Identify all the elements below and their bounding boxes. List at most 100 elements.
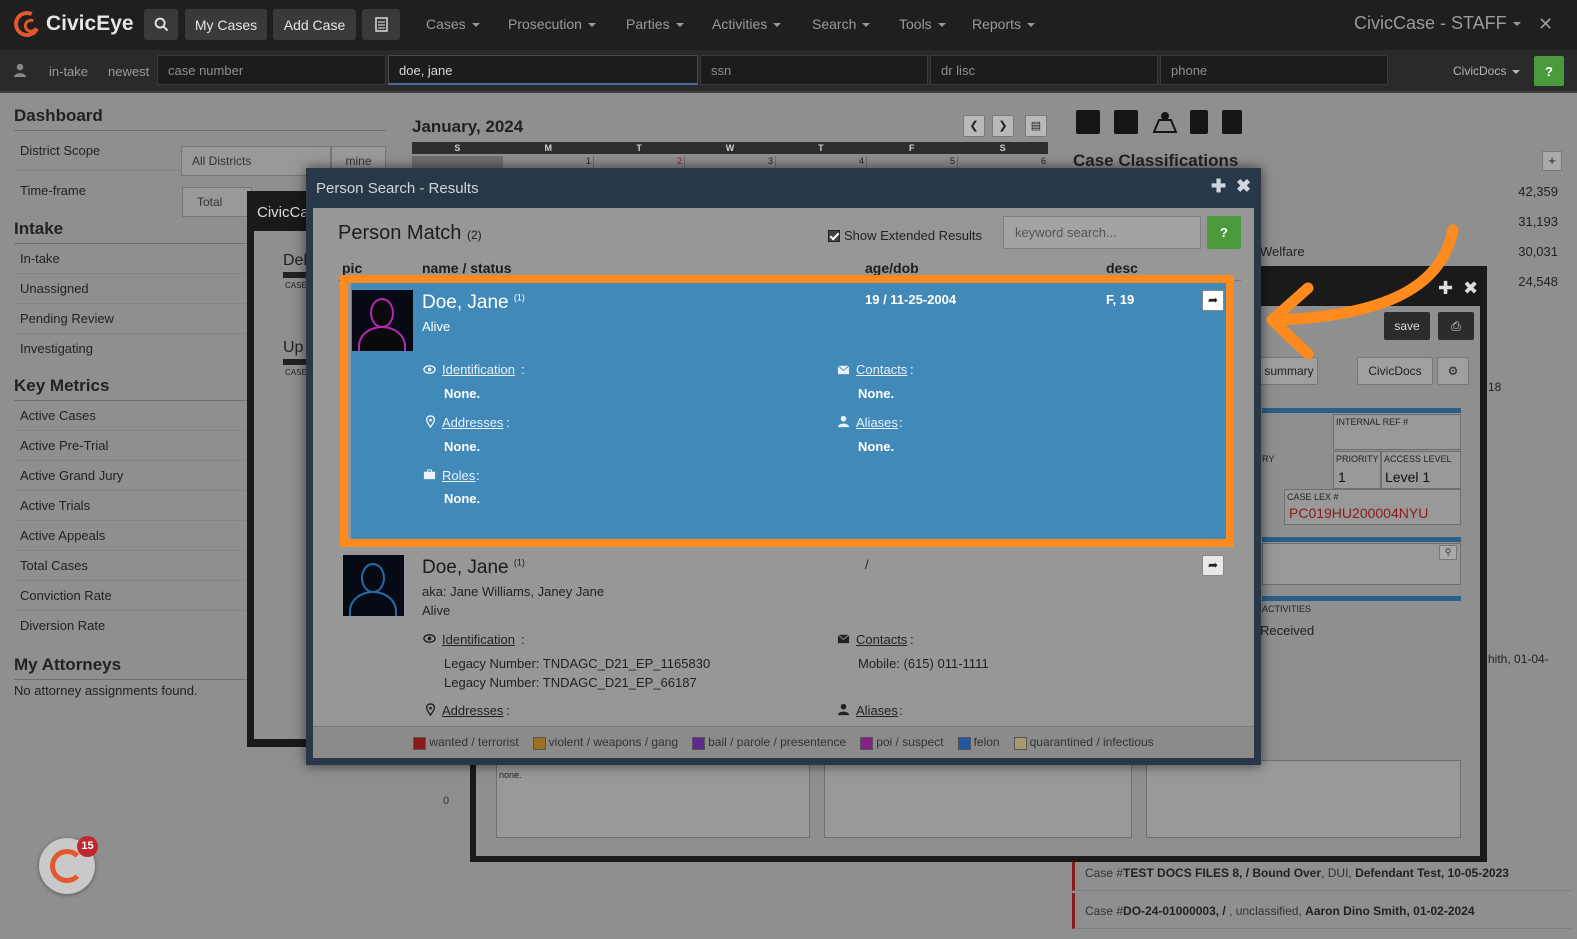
calendar-prev-button[interactable]: ❮ <box>963 115 985 137</box>
civiceye-logo-icon <box>50 849 84 883</box>
colon: : <box>476 468 480 483</box>
panel-box <box>1146 760 1461 838</box>
calendar-day[interactable]: 3 <box>684 156 775 168</box>
window-title: CivicCa <box>257 204 309 221</box>
recent-case-item[interactable]: Case #DO-24-01000003, / , unclassified, … <box>1072 893 1572 929</box>
identification-link[interactable]: Identification <box>442 632 515 647</box>
newest-link[interactable]: newest <box>108 64 149 79</box>
phone-input[interactable]: phone <box>1160 55 1388 85</box>
user-icon[interactable] <box>12 62 28 78</box>
weekday: T <box>636 143 642 153</box>
status-legend: wanted / terrorist violent / weapons / g… <box>313 726 1254 758</box>
calendar-icon[interactable] <box>1114 110 1138 134</box>
name-search-input[interactable]: doe, jane <box>388 55 698 85</box>
document-icon[interactable] <box>1190 110 1208 134</box>
weekday: W <box>725 143 735 153</box>
addresses-link[interactable]: Addresses <box>442 415 503 430</box>
notebook-icon[interactable] <box>1222 110 1242 134</box>
dr-lisc-input[interactable]: dr lisc <box>930 55 1158 85</box>
chevron-down-icon <box>675 23 684 28</box>
calendar-day[interactable]: 2 <box>593 156 684 168</box>
menu-prosecution[interactable]: Prosecution <box>508 16 596 32</box>
timeframe-select[interactable]: Total <box>182 187 252 217</box>
aliases-link[interactable]: Aliases <box>856 703 898 718</box>
calendar-title: January, 2024 <box>412 117 524 136</box>
menu-parties[interactable]: Parties <box>626 16 684 32</box>
list-icon: ▤ <box>1030 120 1042 132</box>
calendar-day[interactable]: 5 <box>866 156 957 168</box>
contacts-link[interactable]: Contacts <box>856 362 907 377</box>
help-button[interactable]: ? <box>1534 56 1564 86</box>
add-classification-button[interactable]: + <box>1542 151 1562 171</box>
search-field[interactable] <box>1262 543 1461 585</box>
ssn-input[interactable]: ssn <box>700 55 928 85</box>
in-take-link[interactable]: in-take <box>49 64 88 79</box>
activity-item[interactable]: Received <box>1260 623 1314 638</box>
calendar-day[interactable] <box>412 156 502 168</box>
search-button[interactable] <box>144 9 178 40</box>
add-case-button[interactable]: Add Case <box>273 9 356 40</box>
show-extended-toggle[interactable]: Show Extended Results <box>828 228 982 243</box>
identification-link[interactable]: Identification <box>442 362 515 377</box>
chevron-down-icon <box>773 23 782 28</box>
aliases-link[interactable]: Aliases <box>856 415 898 430</box>
chevron-left-icon: ❮ <box>969 120 979 132</box>
case-number-input[interactable]: case number <box>157 55 386 85</box>
my-cases-button[interactable]: My Cases <box>185 9 267 40</box>
keyword-search-input[interactable]: keyword search... <box>1003 216 1201 249</box>
person-avatar <box>352 290 413 351</box>
menu-search[interactable]: Search <box>812 16 871 32</box>
count-value: 18 <box>1488 380 1502 394</box>
dashboard-title: Dashboard <box>14 106 386 131</box>
legend-swatch <box>957 736 971 750</box>
menu-activities[interactable]: Activities <box>712 16 782 32</box>
calculator-button[interactable] <box>362 9 400 40</box>
open-person-button[interactable]: ➦ <box>1202 555 1224 576</box>
brand-menu[interactable]: CivicCase - STAFF <box>1354 13 1521 34</box>
search-icon[interactable]: ⚲ <box>1439 545 1457 560</box>
legend-swatch <box>860 736 874 750</box>
legend-swatch <box>413 736 427 750</box>
menu-reports[interactable]: Reports <box>972 16 1036 32</box>
top-navbar: CivicEye My Cases Add Case Cases Prosecu… <box>0 0 1577 50</box>
avatar-head <box>361 563 385 593</box>
roles-value: None. <box>444 491 481 506</box>
share-arrow-icon: ➦ <box>1207 293 1219 307</box>
checkbox-checked-icon[interactable] <box>828 229 840 242</box>
calendar-day[interactable]: 4 <box>775 156 866 168</box>
calendar-list-button[interactable]: ▤ <box>1025 115 1047 137</box>
chevron-down-icon <box>1027 23 1036 28</box>
calculator-icon[interactable] <box>1076 110 1100 134</box>
close-icon[interactable]: ✕ <box>1538 14 1553 35</box>
addresses-link[interactable]: Addresses <box>442 703 503 718</box>
calendar-day[interactable]: 1 <box>502 156 593 168</box>
chevron-down-icon <box>471 23 480 28</box>
help-button[interactable]: ? <box>1207 216 1241 249</box>
classification-count: 31,193 <box>1518 214 1558 229</box>
legend-item: poi / suspect <box>860 735 944 750</box>
search-icon <box>154 17 168 32</box>
app-logo[interactable]: CivicEye <box>10 7 134 41</box>
field-label: PRIORITY <box>1336 454 1379 464</box>
envelope-icon <box>837 365 850 375</box>
menu-cases[interactable]: Cases <box>426 16 480 32</box>
field-label: CASE <box>285 368 307 377</box>
contacts-value: Mobile: (615) 011-1111 <box>858 656 989 671</box>
open-person-button[interactable]: ➦ <box>1202 290 1224 311</box>
contacts-link[interactable]: Contacts <box>856 632 907 647</box>
section-title: Del <box>283 252 308 269</box>
menu-tools[interactable]: Tools <box>899 16 946 32</box>
chevron-down-icon <box>1512 69 1521 74</box>
calendar-next-button[interactable]: ❯ <box>992 115 1014 137</box>
person-name[interactable]: Doe, Jane (1) <box>422 557 525 579</box>
person-match-heading: Person Match (2) <box>338 222 482 244</box>
close-icon[interactable]: ✖ <box>1236 176 1251 197</box>
calendar-day[interactable]: 6 <box>957 156 1048 168</box>
expand-icon[interactable]: ✚ <box>1211 176 1226 197</box>
result-row-selected[interactable] <box>351 276 1231 546</box>
map-icon[interactable] <box>1152 110 1178 134</box>
roles-link[interactable]: Roles <box>442 468 475 483</box>
civicdocs-menu[interactable]: CivicDocs <box>1453 64 1521 78</box>
person-name[interactable]: Doe, Jane (1) <box>422 292 525 314</box>
case-lex-value: PC019HU200004NYU <box>1289 505 1429 521</box>
